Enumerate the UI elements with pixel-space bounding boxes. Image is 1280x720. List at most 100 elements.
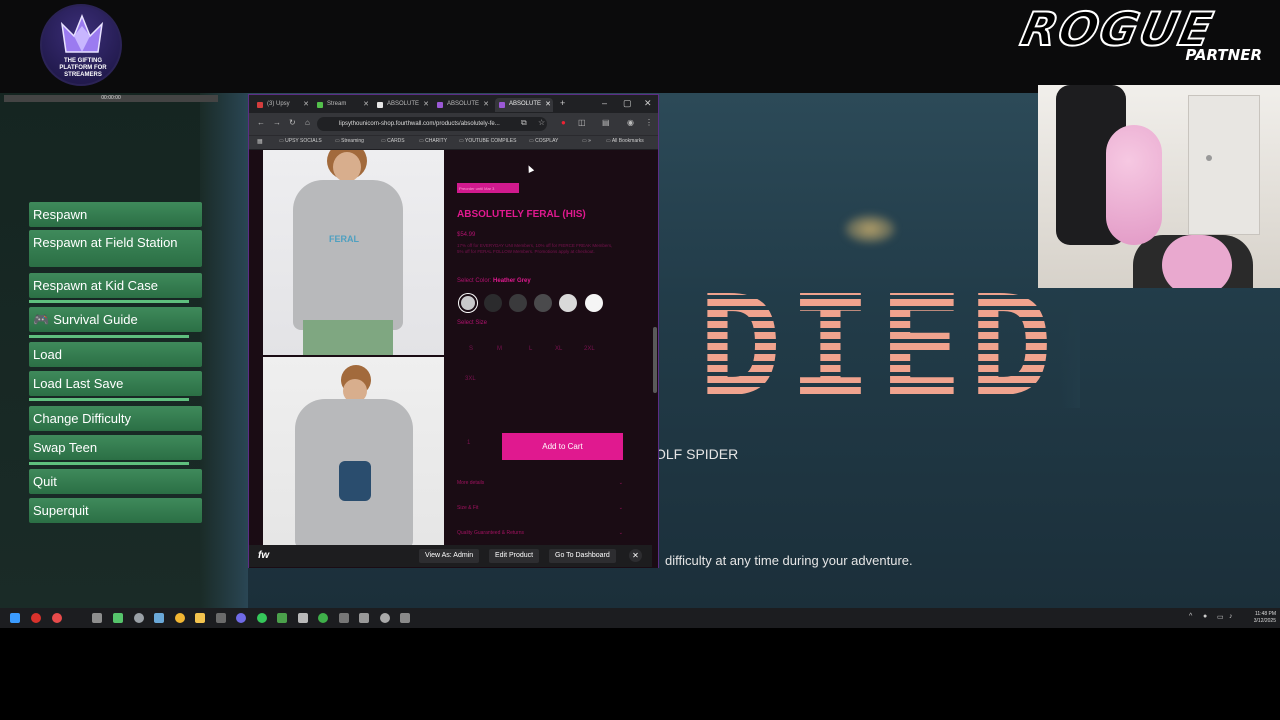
close-icon[interactable]: ✕ (545, 100, 551, 108)
accordion-quality-returns[interactable]: Quality Guaranteed & Returns ⌄ (457, 530, 623, 536)
app-gear-icon[interactable] (359, 613, 369, 623)
close-window-icon[interactable]: ✕ (644, 98, 652, 109)
browser-tab-active[interactable]: ABSOLUTE ✕ (495, 98, 553, 112)
change-difficulty-button[interactable]: Change Difficulty (29, 406, 202, 431)
close-icon[interactable]: ✕ (483, 100, 489, 108)
product-image-front[interactable]: FERAL (263, 150, 444, 355)
profile-icon[interactable]: ◉ (627, 118, 634, 127)
respawn-button[interactable]: Respawn (29, 202, 202, 227)
sidebar-icon[interactable]: ▤ (602, 118, 610, 127)
browser-tab[interactable]: ABSOLUTE ✕ (373, 98, 431, 112)
xbox-icon[interactable] (318, 613, 328, 623)
browser-tab[interactable]: ABSOLUTE ✕ (433, 98, 491, 112)
app-red-icon[interactable] (31, 613, 41, 623)
minimize-icon[interactable]: – (602, 98, 607, 108)
scrollbar-thumb[interactable] (653, 327, 657, 393)
app-feather-icon[interactable] (154, 613, 164, 623)
close-icon[interactable]: ✕ (363, 100, 369, 108)
settings-icon[interactable] (134, 613, 144, 623)
reload-icon[interactable]: ↻ (289, 118, 296, 127)
spotify-icon[interactable] (257, 613, 267, 623)
share-icon[interactable]: ⧉ (521, 118, 527, 128)
size-option[interactable]: XL (555, 346, 562, 352)
color-swatch-selected[interactable] (459, 294, 477, 312)
close-icon[interactable]: ✕ (303, 100, 309, 108)
quantity-stepper[interactable]: 1 (467, 440, 470, 446)
color-swatch[interactable] (484, 294, 502, 312)
clock[interactable]: 11:48 PM 3/12/2025 (1244, 611, 1276, 625)
load-last-save-button[interactable]: Load Last Save (29, 371, 202, 396)
back-icon[interactable]: ← (257, 118, 265, 127)
bookmark-charity[interactable]: CHARITY (419, 138, 447, 144)
app-steam-icon[interactable] (400, 613, 410, 623)
bookmark-upsy-socials[interactable]: UPSY SOCIALS (279, 138, 322, 144)
color-swatch[interactable] (534, 294, 552, 312)
product-page: FERAL Preorder until Mar 3 ABSOLUTELY FE… (249, 150, 658, 568)
bookmark-youtube-compiles[interactable]: YOUTUBE COMPILES (459, 138, 516, 144)
view-as-admin-button[interactable]: View As: Admin (419, 549, 480, 563)
extensions-icon[interactable]: ◫ (578, 118, 586, 127)
size-option[interactable]: 2XL (584, 346, 595, 352)
forward-icon[interactable]: → (273, 118, 281, 127)
app-obs-icon[interactable] (298, 613, 308, 623)
chrome-icon[interactable] (175, 613, 185, 623)
color-swatch[interactable] (559, 294, 577, 312)
browser-tab[interactable]: Stream ✕ (313, 98, 371, 112)
new-tab-button[interactable]: + (560, 98, 565, 108)
app-green-icon[interactable] (277, 613, 287, 623)
superquit-button[interactable]: Superquit (29, 498, 202, 523)
browser-tab[interactable]: (3) Upsy ✕ (253, 98, 311, 112)
respawn-field-station-button[interactable]: Respawn at Field Station (29, 230, 202, 267)
app-discord-icon[interactable] (236, 613, 246, 623)
survival-guide-label: Survival Guide (53, 312, 138, 327)
size-option[interactable]: 3XL (465, 376, 476, 382)
color-swatch[interactable] (509, 294, 527, 312)
bookmark-streaming[interactable]: Streaming (335, 138, 364, 144)
tab-favicon (377, 102, 383, 108)
hoodie-front (293, 180, 403, 330)
search-icon[interactable] (92, 613, 102, 623)
tray-overflow-icon[interactable]: ^ (1189, 613, 1192, 620)
extension-record-icon[interactable]: ● (561, 118, 566, 127)
product-image-back[interactable] (263, 357, 444, 545)
add-to-cart-button[interactable]: Add to Cart (502, 433, 623, 460)
address-bar[interactable]: lipsythounicorn-shop.fourthwall.com/prod… (317, 117, 547, 131)
load-button[interactable]: Load (29, 342, 202, 367)
network-icon[interactable]: ▭ (1217, 613, 1224, 621)
all-bookmarks[interactable]: All Bookmarks (606, 138, 644, 144)
go-to-dashboard-button[interactable]: Go To Dashboard (549, 549, 616, 563)
chat-icon[interactable] (113, 613, 123, 623)
maximize-icon[interactable]: ▢ (623, 98, 632, 109)
bookmarks-overflow[interactable]: » (582, 138, 591, 144)
windows-icon[interactable] (10, 613, 20, 623)
tray-mic-icon[interactable]: ● (1203, 613, 1207, 620)
quit-button[interactable]: Quit (29, 469, 202, 494)
respawn-kid-case-button[interactable]: Respawn at Kid Case (29, 273, 202, 298)
size-option[interactable]: S (469, 346, 473, 352)
size-option[interactable]: M (497, 346, 502, 352)
menu-dots-icon[interactable]: ⋮ (645, 118, 653, 127)
app-game-icon[interactable] (216, 613, 226, 623)
app-gray-icon[interactable] (339, 613, 349, 623)
home-icon[interactable]: ⌂ (305, 118, 310, 127)
star-icon[interactable]: ☆ (538, 118, 545, 127)
accordion-more-details[interactable]: More details ⌄ (457, 480, 623, 486)
died-fade (1060, 288, 1080, 408)
swap-teen-button[interactable]: Swap Teen (29, 435, 202, 460)
bookmark-cards[interactable]: CARDS (381, 138, 405, 144)
color-swatch[interactable] (585, 294, 603, 312)
size-option[interactable]: L (529, 346, 532, 352)
close-icon[interactable]: ✕ (629, 549, 642, 562)
load-label: Load (33, 347, 62, 362)
edit-product-button[interactable]: Edit Product (489, 549, 540, 563)
bookmark-cosplay[interactable]: COSPLAY (529, 138, 558, 144)
app-target-icon[interactable] (52, 613, 62, 623)
apps-icon[interactable]: ▦ (257, 138, 263, 145)
app-box-icon[interactable] (380, 613, 390, 623)
volume-icon[interactable]: ♪ (1229, 613, 1233, 620)
accordion-size-fit[interactable]: Size & Fit ⌄ (457, 505, 623, 511)
close-icon[interactable]: ✕ (423, 100, 429, 108)
clock-date: 3/12/2025 (1253, 618, 1276, 624)
survival-guide-button[interactable]: 🎮 Survival Guide (29, 307, 202, 332)
folder-icon[interactable] (195, 613, 205, 623)
